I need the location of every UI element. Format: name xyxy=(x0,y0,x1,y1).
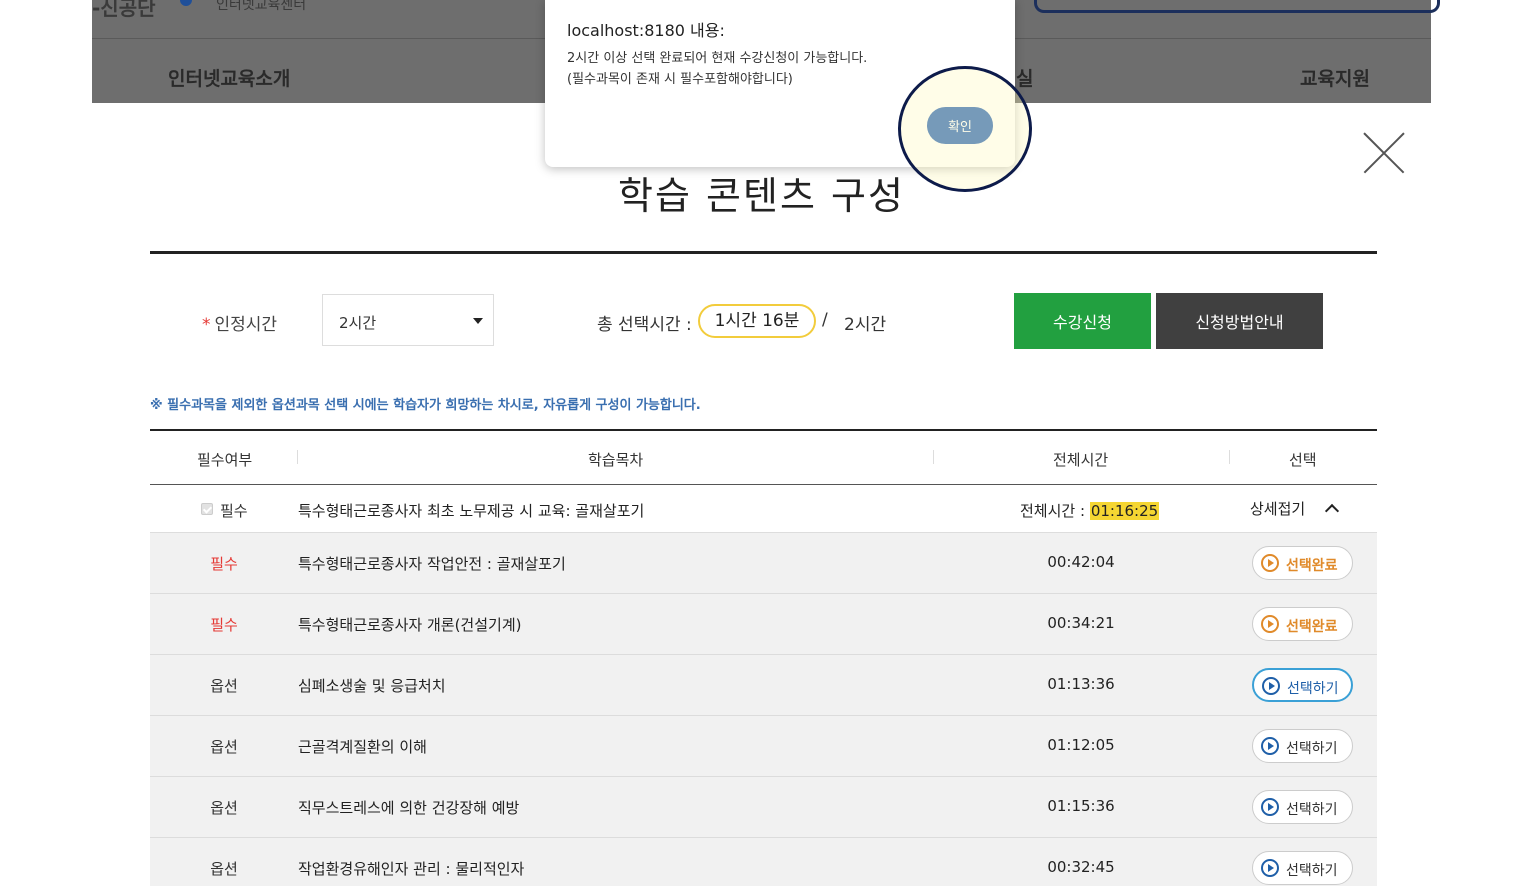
apply-button[interactable]: 수강신청 xyxy=(1014,293,1151,349)
select-button-label: 선택하기 xyxy=(1287,681,1339,697)
table-row: 옵션 작업환경유해인자 관리 : 물리적인자 00:32:45 선택하기 xyxy=(150,838,1377,886)
select-button[interactable]: 선택하기 xyxy=(1252,851,1353,885)
row-title: 직무스트레스에 의한 건강장해 예방 xyxy=(298,799,520,817)
table-row: 옵션 심폐소생술 및 응급처치 01:13:36 선택하기 xyxy=(150,655,1377,716)
group-total-time-label: 전체시간 : xyxy=(1020,502,1086,520)
select-button[interactable]: 선택하기 xyxy=(1252,790,1353,824)
row-type: 옵션 xyxy=(210,677,238,695)
alert-ok-button[interactable]: 확인 xyxy=(927,107,993,144)
group-total-time-value: 01:16:25 xyxy=(1089,502,1160,520)
row-type: 필수 xyxy=(210,555,238,573)
select-button-label: 선택하기 xyxy=(1286,863,1338,879)
title-divider xyxy=(150,251,1377,254)
play-circle-icon xyxy=(1261,798,1279,816)
site-logo-subtitle: 인터넷교육센터 xyxy=(216,0,307,13)
nav-item-partial[interactable]: 실 xyxy=(1016,64,1033,91)
select-button-label: 선택완료 xyxy=(1286,619,1338,635)
play-circle-icon xyxy=(1261,615,1279,633)
hours-select-value: 2시간 xyxy=(339,314,377,332)
site-logo-text: -신공단 xyxy=(92,0,156,20)
collapse-label: 상세접기 xyxy=(1250,500,1306,518)
alert-title: localhost:8180 내용: xyxy=(567,21,725,40)
course-group-row: 필수 특수형태근로종사자 최초 노무제공 시 교육: 골재살포기 전체시간 : … xyxy=(150,485,1377,533)
total-max-value: 2시간 xyxy=(844,315,887,335)
table-row: 옵션 직무스트레스에 의한 건강장해 예방 01:15:36 선택하기 xyxy=(150,777,1377,838)
alert-message-line: (필수과목이 존재 시 필수포함해야합니다) xyxy=(567,72,793,87)
row-time: 00:34:21 xyxy=(1047,614,1115,632)
header-separator xyxy=(933,450,934,464)
guide-button[interactable]: 신청방법안내 xyxy=(1156,293,1323,349)
row-title: 심폐소생술 및 응급처치 xyxy=(298,677,446,695)
play-circle-icon xyxy=(1261,737,1279,755)
select-done-button[interactable]: 선택완료 xyxy=(1252,546,1353,580)
modal-title: 학습 콘텐츠 구성 xyxy=(618,174,905,218)
header-required: 필수여부 xyxy=(197,451,253,469)
select-button-label: 선택완료 xyxy=(1286,558,1338,574)
hours-select[interactable]: 2시간 xyxy=(322,294,494,346)
row-time: 01:12:05 xyxy=(1047,736,1115,754)
table-top-border xyxy=(150,429,1377,431)
row-time: 01:15:36 xyxy=(1047,797,1115,815)
chevron-down-icon xyxy=(473,318,483,324)
play-circle-icon xyxy=(1261,859,1279,877)
notice-text: ※ 필수과목을 제외한 옵션과목 선택 시에는 학습자가 희망하는 차시로, 자… xyxy=(150,398,701,413)
select-done-button[interactable]: 선택완료 xyxy=(1252,607,1353,641)
header-title: 학습목차 xyxy=(588,451,644,469)
row-title: 특수형태근로종사자 개론(건설기계) xyxy=(298,616,522,634)
collapse-details-toggle[interactable]: 상세접기 xyxy=(1250,498,1340,519)
alert-message: 2시간 이상 선택 완료되어 현재 수강신청이 가능합니다. (필수과목이 존재… xyxy=(567,48,867,90)
row-title: 작업환경유해인자 관리 : 물리적인자 xyxy=(298,860,525,878)
required-checkbox[interactable] xyxy=(201,503,213,515)
select-button-label: 선택하기 xyxy=(1286,802,1338,818)
required-star: * xyxy=(202,315,211,335)
row-type: 옵션 xyxy=(210,799,238,817)
group-total-time: 전체시간 : 01:16:25 xyxy=(1020,500,1160,521)
chevron-up-icon xyxy=(1325,503,1340,519)
required-hours-label: * 인정시간 xyxy=(202,310,277,335)
row-time: 00:32:45 xyxy=(1047,858,1115,876)
select-button[interactable]: 선택하기 xyxy=(1252,668,1353,702)
total-slash: / xyxy=(822,310,828,330)
logo-dot-icon xyxy=(180,0,192,6)
table-row: 옵션 근골격계질환의 이해 01:12:05 선택하기 xyxy=(150,716,1377,777)
alert-message-line: 2시간 이상 선택 완료되어 현재 수강신청이 가능합니다. xyxy=(567,51,868,66)
header-total-time: 전체시간 xyxy=(1053,451,1109,469)
row-type: 필수 xyxy=(210,616,238,634)
total-selected-value: 1시간 16분 xyxy=(698,304,816,338)
total-selected-label: 총 선택시간 : xyxy=(597,315,692,335)
nav-item-internet-edu-intro[interactable]: 인터넷교육소개 xyxy=(168,64,290,91)
header-select: 선택 xyxy=(1289,451,1317,469)
play-circle-icon xyxy=(1262,677,1280,695)
nav-item-edu-support[interactable]: 교육지원 xyxy=(1300,64,1370,91)
row-time: 00:42:04 xyxy=(1047,553,1115,571)
header-search-box[interactable] xyxy=(1034,0,1440,13)
row-time: 01:13:36 xyxy=(1047,675,1115,693)
play-circle-icon xyxy=(1261,554,1279,572)
select-button-label: 선택하기 xyxy=(1286,741,1338,757)
header-separator xyxy=(297,450,298,464)
row-title: 특수형태근로종사자 작업안전 : 골재살포기 xyxy=(298,555,566,573)
row-type: 옵션 xyxy=(210,738,238,756)
group-title: 특수형태근로종사자 최초 노무제공 시 교육: 골재살포기 xyxy=(298,502,645,520)
header-separator xyxy=(1229,450,1230,464)
alert-dialog: localhost:8180 내용: 2시간 이상 선택 완료되어 현재 수강신… xyxy=(545,0,1015,167)
group-required-label: 필수 xyxy=(220,502,248,520)
row-type: 옵션 xyxy=(210,860,238,878)
required-hours-text: 인정시간 xyxy=(214,315,278,335)
table-row: 필수 특수형태근로종사자 작업안전 : 골재살포기 00:42:04 선택완료 xyxy=(150,533,1377,594)
row-title: 근골격계질환의 이해 xyxy=(298,738,427,756)
table-row: 필수 특수형태근로종사자 개론(건설기계) 00:34:21 선택완료 xyxy=(150,594,1377,655)
select-button[interactable]: 선택하기 xyxy=(1252,729,1353,763)
